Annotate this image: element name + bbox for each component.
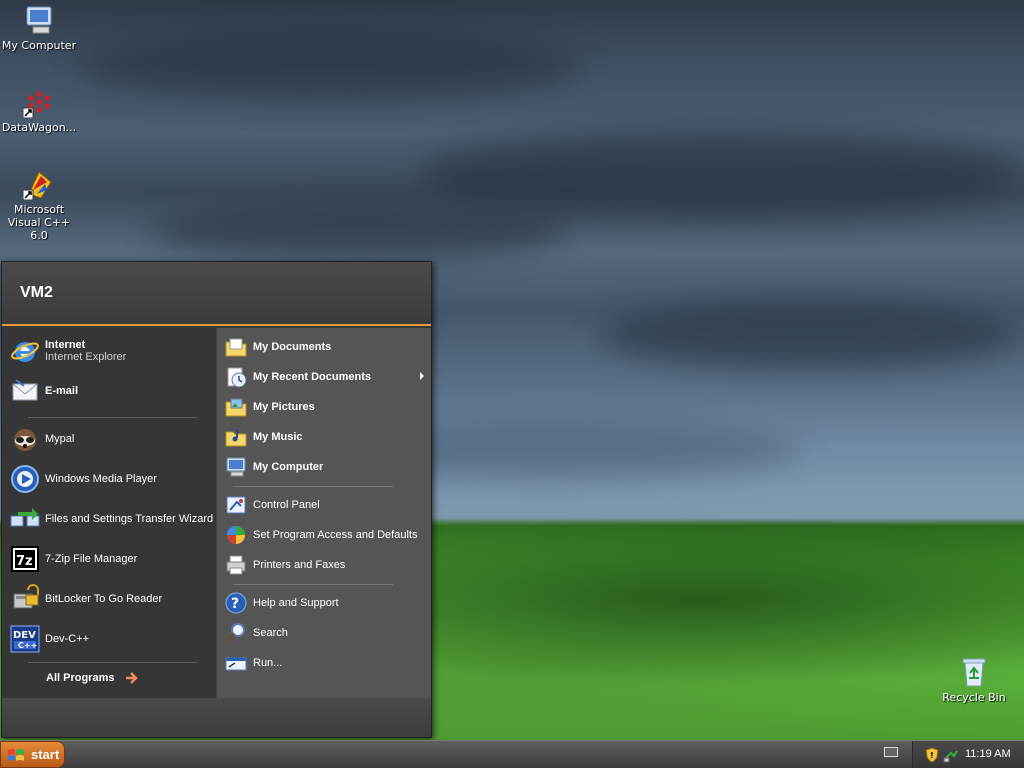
- pinned-email-title: E-mail: [45, 385, 79, 397]
- program-defaults-icon: [225, 524, 247, 546]
- all-programs-button[interactable]: All Programs: [46, 670, 140, 686]
- start-menu-right-pane: My Documents My Recent Documents My Pict…: [216, 328, 431, 698]
- right-item-help-support[interactable]: ? Help and Support: [225, 592, 339, 614]
- right-item-my-pictures[interactable]: My Pictures: [225, 396, 315, 418]
- windows-flag-icon: [7, 747, 25, 763]
- start-menu-left-pane: Internet Internet Explorer E-mail Mypal …: [2, 328, 216, 698]
- pinned-email[interactable]: E-mail: [10, 376, 78, 406]
- recent-item-devcpp[interactable]: DEV C++ Dev-C++: [10, 624, 89, 654]
- computer-icon: [23, 4, 55, 36]
- right-item-program-access[interactable]: Set Program Access and Defaults: [225, 524, 417, 546]
- right-item-my-music[interactable]: My Music: [225, 426, 303, 448]
- right-item-control-panel[interactable]: Control Panel: [225, 494, 320, 516]
- folder-icon: [225, 336, 247, 358]
- recent-item-mypal[interactable]: Mypal: [10, 424, 74, 454]
- email-icon: [10, 376, 40, 406]
- start-label: start: [31, 747, 60, 762]
- media-player-icon: [10, 464, 40, 494]
- right-item-printers-faxes[interactable]: Printers and Faxes: [225, 554, 345, 576]
- pictures-folder-icon: [225, 396, 247, 418]
- svg-text:DEV: DEV: [13, 630, 36, 641]
- devcpp-icon: DEV C++: [10, 624, 40, 654]
- recent-item-media-player[interactable]: Windows Media Player: [10, 464, 157, 494]
- start-menu-header: VM2: [2, 262, 431, 326]
- internet-explorer-icon: [10, 336, 40, 366]
- recent-item-7zip[interactable]: 7z 7-Zip File Manager: [10, 544, 137, 574]
- help-icon: ?: [225, 592, 247, 614]
- recent-docs-icon: [225, 366, 247, 388]
- start-menu: VM2 Internet Internet Explorer E-mail My: [1, 261, 432, 738]
- pinned-internet-title: Internet: [45, 339, 86, 351]
- transfer-wizard-icon: [10, 504, 40, 534]
- right-item-my-recent-documents[interactable]: My Recent Documents: [225, 366, 371, 388]
- pinned-internet[interactable]: Internet Internet Explorer: [10, 336, 126, 366]
- search-icon: [225, 622, 247, 644]
- datawagon-icon: [22, 86, 55, 119]
- left-separator: [28, 417, 198, 418]
- svg-text:C++: C++: [18, 641, 37, 650]
- start-button[interactable]: start: [0, 741, 65, 768]
- system-tray: ! 11:19 AM: [912, 741, 1024, 768]
- user-name: VM2: [20, 284, 53, 301]
- safely-remove-hardware-icon[interactable]: [943, 747, 959, 766]
- clock[interactable]: 11:19 AM: [965, 748, 1011, 760]
- run-icon: [225, 652, 247, 674]
- desktop-icon-visual-cpp[interactable]: Microsoft Visual C++ 6.0: [0, 168, 78, 242]
- pinned-internet-subtitle: Internet Explorer: [45, 351, 127, 363]
- control-panel-icon: [225, 494, 247, 516]
- 7zip-icon: 7z: [10, 544, 40, 574]
- recent-item-bitlocker[interactable]: BitLocker To Go Reader: [10, 584, 162, 614]
- right-item-my-computer[interactable]: My Computer: [225, 456, 323, 478]
- security-shield-icon[interactable]: !: [925, 747, 939, 766]
- right-item-run[interactable]: Run...: [225, 652, 282, 674]
- arrow-right-icon: [124, 670, 140, 686]
- right-item-search[interactable]: Search: [225, 622, 288, 644]
- music-folder-icon: [225, 426, 247, 448]
- svg-text:!: !: [930, 751, 934, 760]
- computer-icon: [225, 456, 247, 478]
- keyboard-layout-icon[interactable]: [884, 747, 898, 757]
- right-item-my-documents[interactable]: My Documents: [225, 336, 331, 358]
- desktop-icon-my-computer[interactable]: My Computer: [0, 4, 78, 52]
- right-separator-1: [233, 486, 393, 487]
- taskbar: start ! 11:19 AM: [0, 740, 1024, 768]
- left-separator-bottom: [28, 662, 198, 663]
- recent-item-transfer-wizard[interactable]: Files and Settings Transfer Wizard: [10, 504, 213, 534]
- visual-cpp-icon: [22, 168, 55, 201]
- right-separator-2: [233, 584, 393, 585]
- svg-text:?: ?: [231, 596, 239, 612]
- desktop-icon-datawagon[interactable]: DataWagon...: [0, 86, 78, 134]
- mypal-icon: [10, 424, 40, 454]
- svg-text:7z: 7z: [16, 554, 33, 569]
- printer-icon: [225, 554, 247, 576]
- submenu-arrow-icon: [420, 372, 424, 380]
- start-menu-footer: [2, 698, 431, 737]
- recycle-bin-icon: [958, 656, 990, 688]
- desktop-icon-recycle-bin[interactable]: Recycle Bin: [935, 656, 1013, 704]
- bitlocker-icon: [10, 584, 40, 614]
